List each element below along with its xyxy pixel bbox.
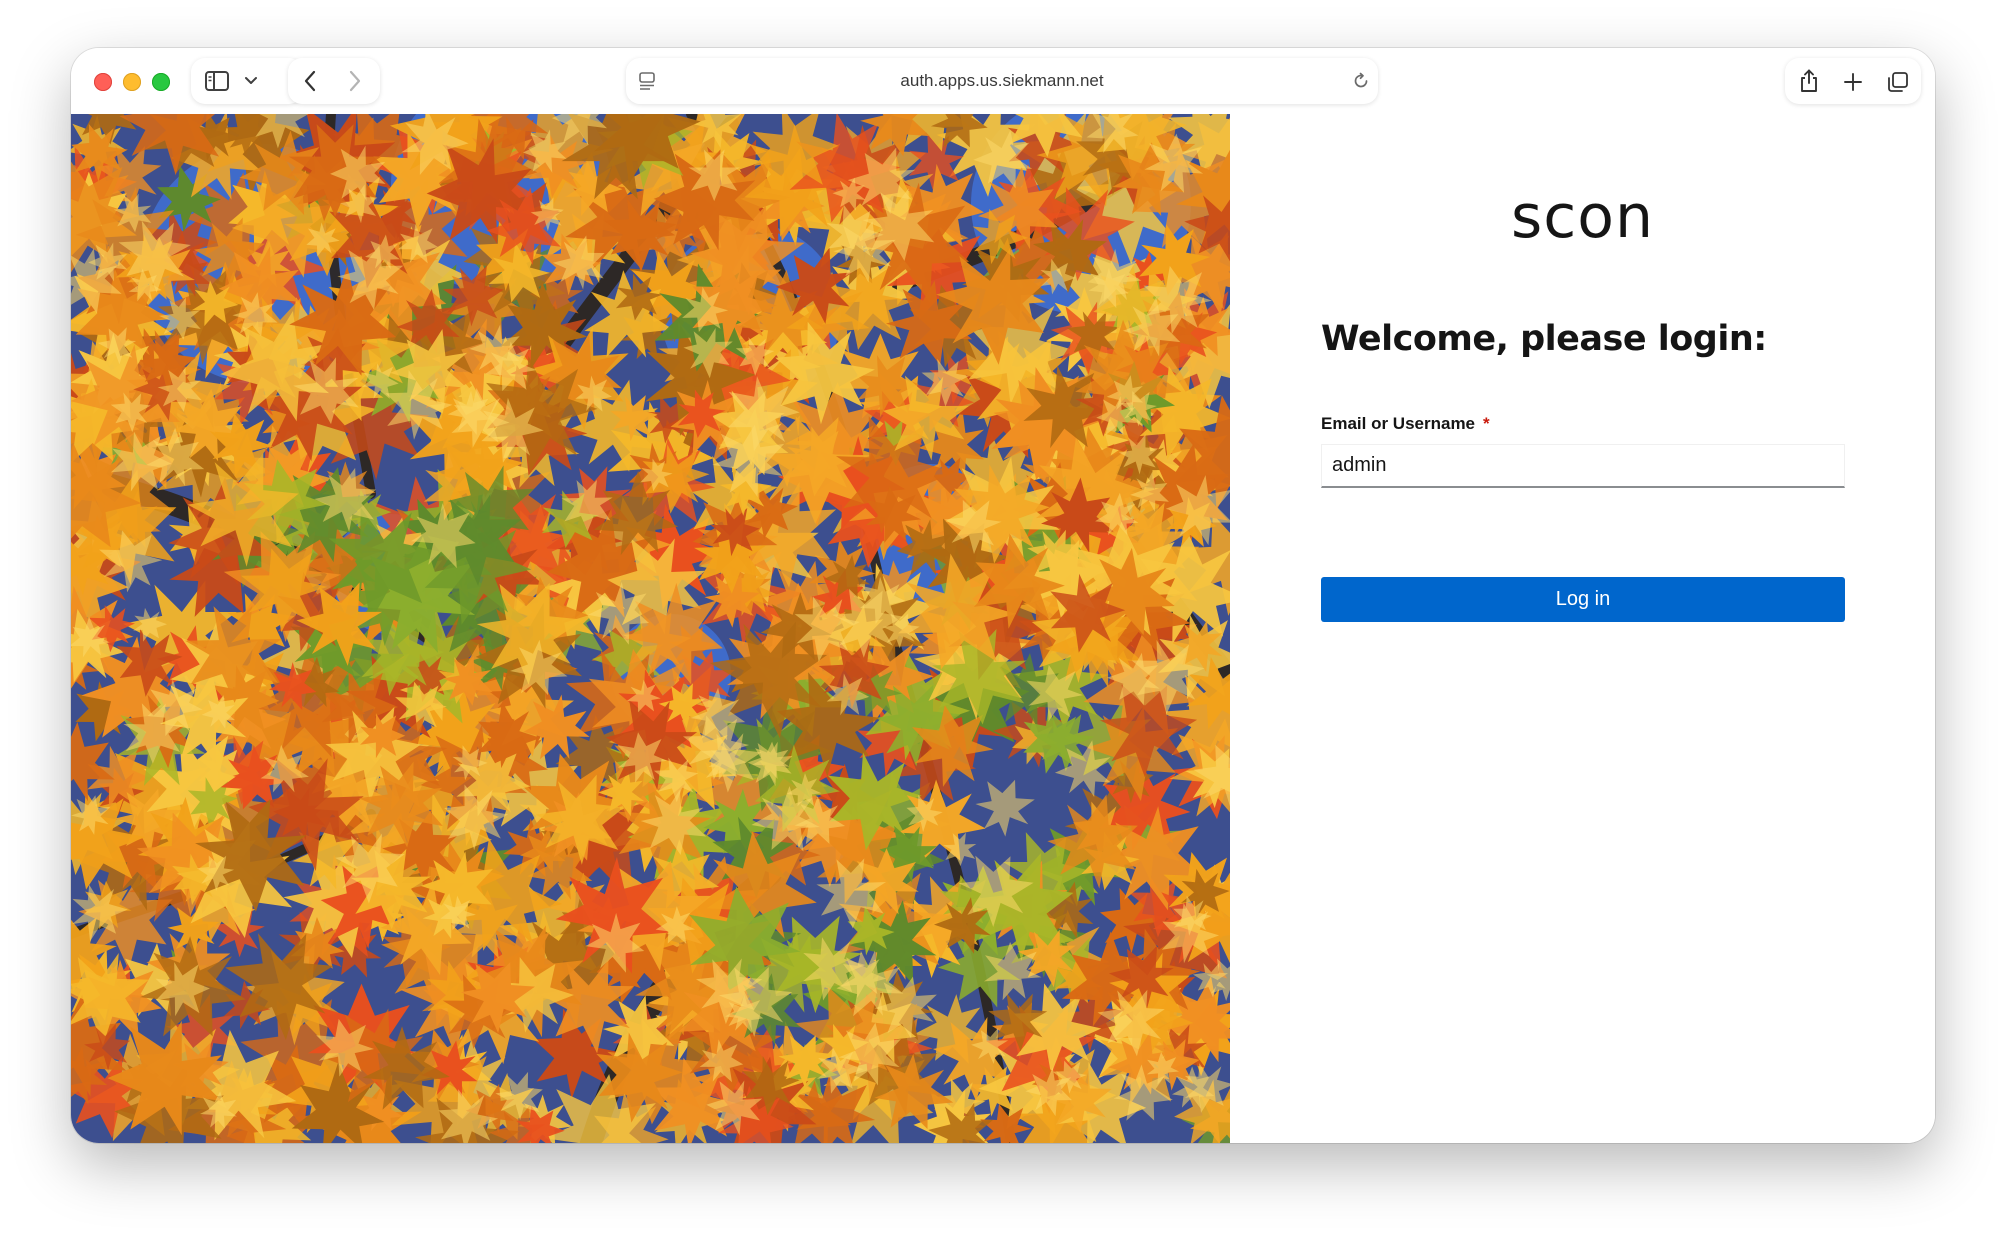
username-input[interactable] bbox=[1321, 444, 1845, 488]
address-bar[interactable]: auth.apps.us.siekmann.net bbox=[626, 58, 1378, 104]
browser-toolbar: auth.apps.us.siekmann.net bbox=[71, 48, 1935, 114]
login-button[interactable]: Log in bbox=[1321, 577, 1845, 622]
toolbar-actions bbox=[1785, 58, 1921, 104]
share-icon[interactable] bbox=[1798, 68, 1820, 94]
forward-icon[interactable] bbox=[346, 69, 364, 93]
username-label: Email or Username * bbox=[1321, 414, 1490, 434]
zoom-window-icon[interactable] bbox=[152, 73, 170, 91]
login-panel: scon Welcome, please login: Email or Use… bbox=[1230, 114, 1935, 1143]
chevron-down-icon[interactable] bbox=[244, 75, 258, 87]
sidebar-toggle-group bbox=[191, 58, 303, 104]
autumn-leaves-photo bbox=[71, 114, 1230, 1143]
username-label-text: Email or Username bbox=[1321, 414, 1476, 433]
sidebar-icon[interactable] bbox=[204, 70, 230, 92]
address-url[interactable]: auth.apps.us.siekmann.net bbox=[626, 58, 1378, 104]
login-heading: Welcome, please login: bbox=[1321, 319, 1767, 359]
tabs-overview-icon[interactable] bbox=[1886, 70, 1910, 94]
back-icon[interactable] bbox=[301, 69, 319, 93]
autumn-leaves-image bbox=[71, 114, 1230, 1143]
logo: scon bbox=[1511, 182, 1654, 252]
new-tab-icon[interactable] bbox=[1842, 71, 1864, 93]
browser-window: auth.apps.us.siekmann.net scon Welcome, … bbox=[71, 48, 1935, 1143]
required-marker: * bbox=[1483, 414, 1490, 433]
page-content: scon Welcome, please login: Email or Use… bbox=[71, 114, 1935, 1143]
close-window-icon[interactable] bbox=[94, 73, 112, 91]
minimize-window-icon[interactable] bbox=[123, 73, 141, 91]
reload-icon[interactable] bbox=[1351, 71, 1371, 91]
navigation-buttons bbox=[288, 58, 380, 104]
